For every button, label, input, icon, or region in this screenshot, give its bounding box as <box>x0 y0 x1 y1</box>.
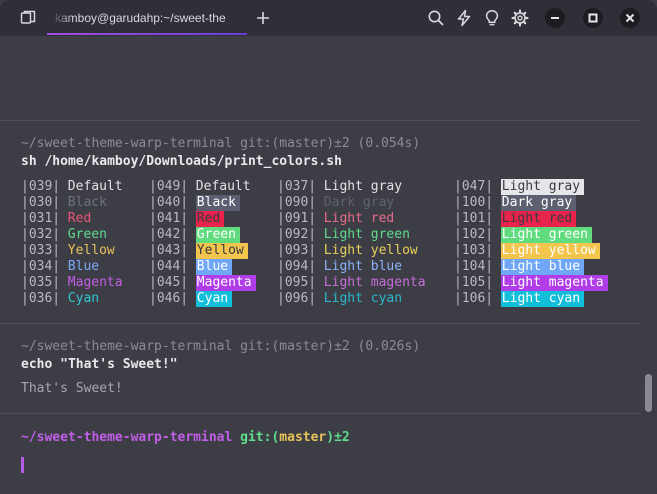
color-code: |095| <box>277 275 324 290</box>
color-code: |047| <box>454 179 501 194</box>
block-metadata: ~/sweet-theme-warp-terminal git:(master)… <box>21 339 421 354</box>
block-metadata: ~/sweet-theme-warp-terminal git:(master)… <box>21 136 421 151</box>
search-icon[interactable] <box>427 9 445 27</box>
color-sample: Dark gray <box>500 195 577 211</box>
color-sample: Red <box>195 211 225 227</box>
close-icon <box>625 13 635 23</box>
color-code: |090| <box>277 195 324 210</box>
color-code: |106| <box>454 291 501 306</box>
tab-terminal[interactable]: kamboy@garudahp:~/sweet-the <box>47 0 247 36</box>
active-tab-indicator <box>47 33 247 35</box>
color-code: |042| <box>149 227 196 242</box>
color-sample: Cyan <box>67 291 100 306</box>
color-code: |046| <box>149 291 196 306</box>
plus-icon[interactable] <box>255 10 271 26</box>
color-code: |101| <box>454 211 501 226</box>
color-sample: Light green <box>323 227 410 242</box>
color-code: |104| <box>454 259 501 274</box>
close-button[interactable] <box>620 8 640 28</box>
prompt-branch: master <box>279 430 327 445</box>
color-sample: Light cyan <box>323 291 403 306</box>
maximize-button[interactable] <box>583 8 603 28</box>
color-code: |033| <box>21 243 68 258</box>
color-code: |039| <box>21 179 68 194</box>
block-divider <box>0 323 641 324</box>
color-sample: Green <box>195 227 240 243</box>
lightbulb-icon[interactable] <box>483 9 501 27</box>
color-sample: Yellow <box>67 243 115 258</box>
color-sample: Light yellow <box>500 243 600 259</box>
color-sample: Light red <box>323 211 395 226</box>
color-sample: Light gray <box>500 179 585 195</box>
color-code: |049| <box>149 179 196 194</box>
color-code: |041| <box>149 211 196 226</box>
tab-title: kamboy@garudahp:~/sweet-the <box>55 11 226 25</box>
color-sample: Light green <box>500 227 592 243</box>
color-sample: Light cyan <box>500 291 585 307</box>
color-sample: Magenta <box>67 275 123 290</box>
block-divider <box>0 120 641 121</box>
color-sample: Light red <box>500 211 577 227</box>
color-sample: Red <box>67 211 92 226</box>
color-code: |091| <box>277 211 324 226</box>
color-sample: Light blue <box>323 259 403 274</box>
color-code: |036| <box>21 291 68 306</box>
color-code: |034| <box>21 259 68 274</box>
color-sample: Green <box>67 227 107 242</box>
terminal-output[interactable]: ~/sweet-theme-warp-terminal git:(master)… <box>0 36 657 494</box>
color-code: |100| <box>454 195 501 210</box>
color-code: |093| <box>277 243 324 258</box>
color-sample: Light gray <box>323 179 403 194</box>
title-bar: kamboy@garudahp:~/sweet-the <box>0 0 657 36</box>
lightning-icon[interactable] <box>455 9 473 27</box>
prompt-path: ~/sweet-theme-warp-terminal <box>21 430 233 445</box>
color-sample: Default <box>195 179 251 194</box>
terminal-window: kamboy@garudahp:~/sweet-the ~/sweet-them… <box>0 0 657 494</box>
block-output: That's Sweet! <box>21 381 123 396</box>
color-code: |037| <box>277 179 324 194</box>
input-cursor[interactable] <box>21 457 24 473</box>
color-code: |102| <box>454 227 501 242</box>
block-divider <box>0 413 641 414</box>
color-sample: Cyan <box>195 291 233 307</box>
color-sample: Black <box>67 195 107 210</box>
color-code: |044| <box>149 259 196 274</box>
tabs-panel-icon[interactable] <box>20 10 36 26</box>
prompt-git-prefix: git:( <box>232 430 280 445</box>
color-code: |045| <box>149 275 196 290</box>
color-code: |092| <box>277 227 324 242</box>
color-code: |030| <box>21 195 68 210</box>
color-sample: Light magenta <box>323 275 426 290</box>
color-sample: Magenta <box>195 275 256 291</box>
color-sample: Default <box>67 179 123 194</box>
color-code: |031| <box>21 211 68 226</box>
color-code: |096| <box>277 291 324 306</box>
block-command[interactable]: echo "That's Sweet!" <box>21 357 178 373</box>
maximize-icon <box>588 13 598 23</box>
color-code: |032| <box>21 227 68 242</box>
color-sample: Light blue <box>500 259 585 275</box>
prompt: ~/sweet-theme-warp-terminal git:(master)… <box>21 430 350 446</box>
color-sample: Black <box>195 195 240 211</box>
color-sample: Blue <box>67 259 100 274</box>
color-sample: Blue <box>195 259 233 275</box>
color-code: |043| <box>149 243 196 258</box>
color-code: |094| <box>277 259 324 274</box>
color-sample: Light yellow <box>323 243 418 258</box>
color-sample: Yellow <box>195 243 248 259</box>
minimize-icon <box>551 17 559 19</box>
color-sample: Dark gray <box>323 195 395 210</box>
color-sample: Light magenta <box>500 275 608 291</box>
block-command[interactable]: sh /home/kamboy/Downloads/print_colors.s… <box>21 154 342 170</box>
scrollbar-thumb[interactable] <box>645 374 652 412</box>
prompt-git-suffix: )±2 <box>326 430 350 445</box>
minimize-button[interactable] <box>545 8 565 28</box>
color-code: |035| <box>21 275 68 290</box>
gear-icon[interactable] <box>511 9 529 27</box>
color-code: |105| <box>454 275 501 290</box>
color-code: |040| <box>149 195 196 210</box>
color-code: |103| <box>454 243 501 258</box>
